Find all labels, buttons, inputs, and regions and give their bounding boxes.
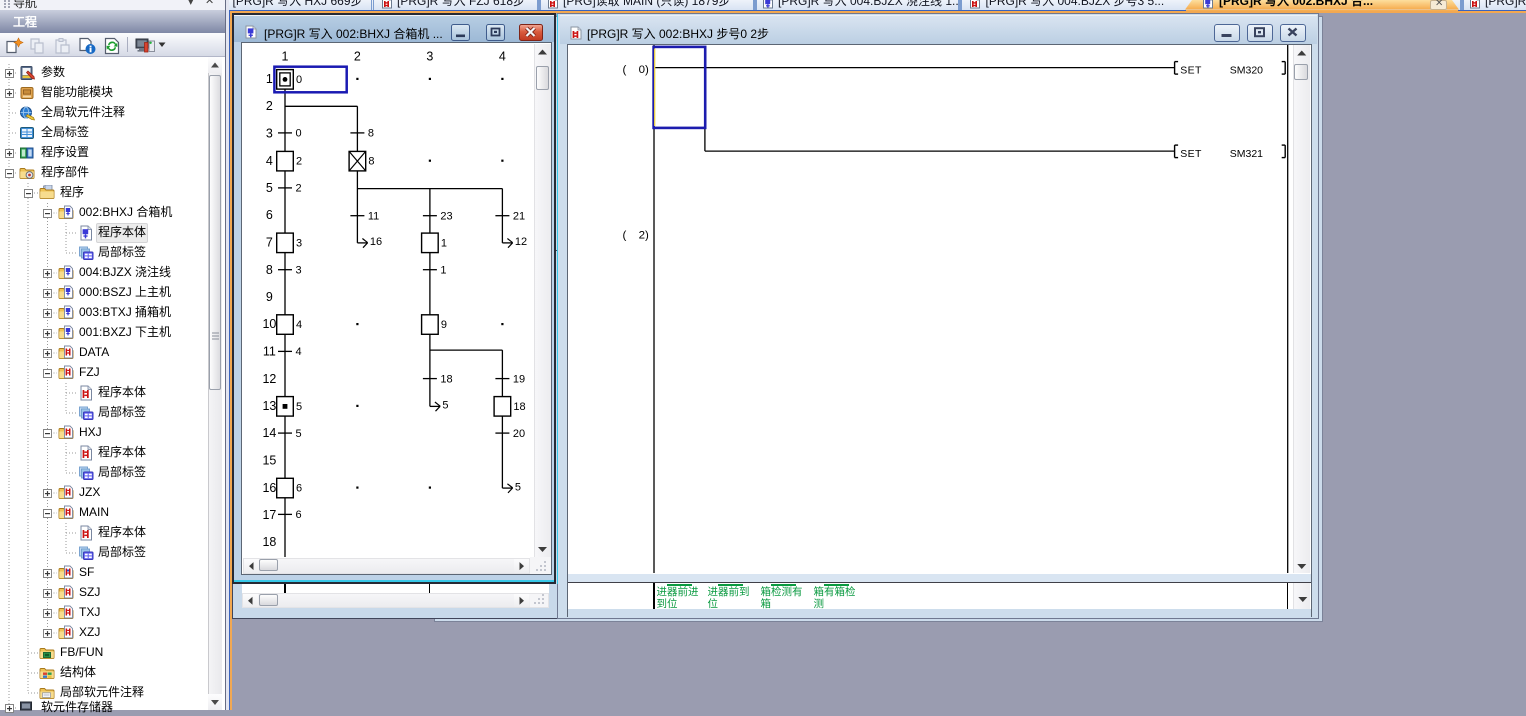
svg-text:(: (: [623, 229, 627, 241]
svg-text:11: 11: [367, 210, 378, 222]
svg-text:3: 3: [295, 264, 301, 276]
svg-text:1: 1: [281, 49, 288, 63]
svg-text:7: 7: [266, 235, 273, 249]
svg-text:1: 1: [266, 72, 273, 86]
svg-text:0): 0): [639, 64, 649, 76]
svg-text:4: 4: [296, 319, 302, 331]
svg-text:11: 11: [263, 344, 276, 358]
svg-text:6: 6: [295, 509, 301, 521]
svg-text:0: 0: [295, 127, 301, 139]
svg-text:5: 5: [296, 400, 302, 412]
svg-text:3: 3: [266, 126, 273, 140]
svg-text:SET: SET: [1180, 65, 1202, 76]
svg-text:6: 6: [266, 208, 273, 222]
svg-text:21: 21: [512, 210, 524, 222]
svg-text:4: 4: [499, 49, 506, 63]
svg-text:14: 14: [262, 426, 276, 440]
svg-text:5: 5: [442, 399, 448, 411]
svg-text:18: 18: [262, 535, 276, 549]
svg-text:1: 1: [440, 264, 446, 276]
svg-text:9: 9: [440, 319, 446, 331]
svg-text:8: 8: [368, 155, 374, 167]
svg-text:2: 2: [354, 49, 361, 63]
svg-text:SM321: SM321: [1230, 149, 1263, 160]
svg-text:3: 3: [296, 237, 302, 249]
svg-text:8: 8: [266, 262, 273, 276]
svg-text:3: 3: [426, 49, 433, 63]
svg-text:18: 18: [513, 400, 525, 412]
svg-text:15: 15: [262, 453, 276, 467]
svg-text:1: 1: [440, 237, 446, 249]
svg-text:5: 5: [514, 481, 520, 493]
svg-text:18: 18: [440, 373, 452, 385]
svg-text:16: 16: [369, 236, 381, 248]
svg-text:2: 2: [266, 99, 273, 113]
svg-text:9: 9: [266, 290, 273, 304]
svg-text:5: 5: [295, 427, 301, 439]
svg-text:13: 13: [262, 399, 276, 413]
svg-text:16: 16: [262, 480, 276, 494]
svg-text:2: 2: [296, 155, 302, 167]
svg-text:12: 12: [262, 371, 276, 385]
svg-text:6: 6: [296, 482, 302, 494]
svg-text:10: 10: [262, 317, 276, 331]
svg-text:SM320: SM320: [1230, 65, 1263, 76]
svg-text:2: 2: [295, 182, 301, 194]
svg-text:23: 23: [440, 210, 452, 222]
svg-text:8: 8: [367, 127, 373, 139]
svg-text:2): 2): [639, 229, 649, 241]
svg-text:(: (: [623, 64, 627, 76]
svg-text:12: 12: [514, 236, 526, 248]
svg-text:20: 20: [512, 427, 524, 439]
svg-text:19: 19: [512, 373, 524, 385]
svg-text:4: 4: [295, 346, 301, 358]
svg-text:4: 4: [266, 153, 273, 167]
svg-text:5: 5: [266, 181, 273, 195]
svg-text:SET: SET: [1180, 149, 1202, 160]
svg-text:17: 17: [262, 508, 276, 522]
svg-text:0: 0: [296, 73, 302, 85]
